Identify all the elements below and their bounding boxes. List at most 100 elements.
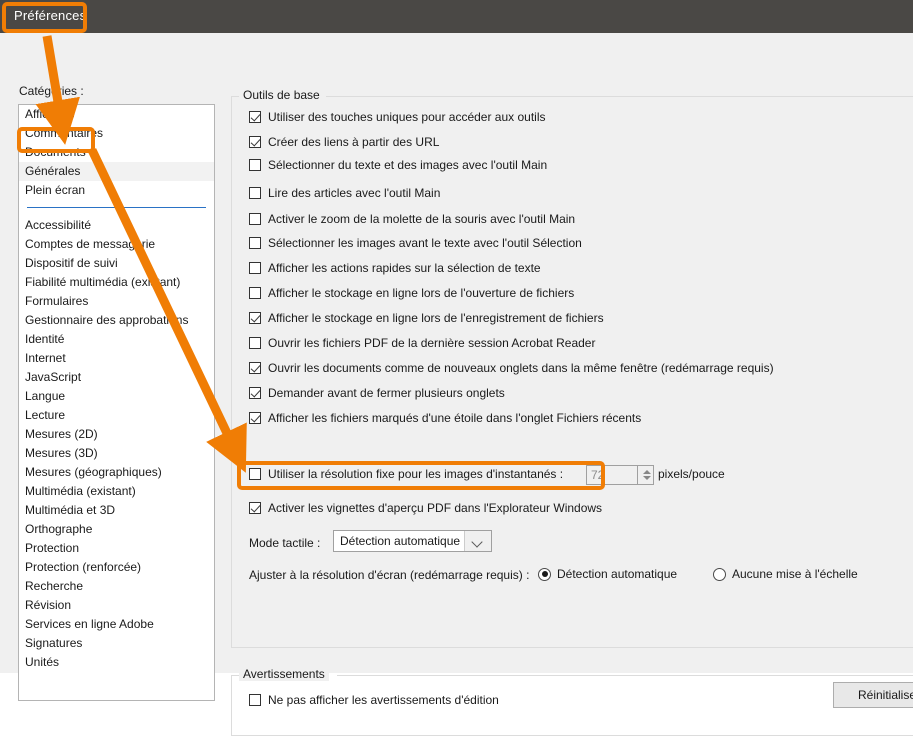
basic-tool-checkbox[interactable] (249, 213, 261, 225)
sidebar-item-identit[interactable]: Identité (19, 330, 214, 349)
basic-tool-checkbox[interactable] (249, 187, 261, 199)
basic-tool-label: Demander avant de fermer plusieurs ongle… (268, 386, 505, 400)
category-list-bottom-group: Accessibilité Comptes de messagerie Dispos… (19, 216, 214, 672)
sidebar-item-langue[interactable]: Langue (19, 387, 214, 406)
sidebar-item-mesures-2d[interactable]: Mesures (2D) (19, 425, 214, 444)
sidebar-item-affichage[interactable]: Affichage (19, 105, 214, 124)
reset-button[interactable]: Réinitialiser (833, 682, 913, 708)
basic-tool-checkbox-row[interactable]: Sélectionner les images avant le texte a… (249, 236, 582, 250)
sidebar-item-protection-renforc-e[interactable]: Protection (renforcée) (19, 558, 214, 577)
sidebar-item-internet[interactable]: Internet (19, 349, 214, 368)
sidebar-item-commentaires[interactable]: Commentaires (19, 124, 214, 143)
sidebar-item-g-n-rales[interactable]: Générales (19, 162, 214, 181)
sidebar-item-recherche[interactable]: Recherche (19, 577, 214, 596)
basic-tool-checkbox[interactable] (249, 262, 261, 274)
basic-tools-title: Outils de base (239, 88, 324, 102)
basic-tool-checkbox-row[interactable]: Utiliser des touches uniques pour accéde… (249, 110, 546, 124)
sidebar-item-signatures[interactable]: Signatures (19, 634, 214, 653)
basic-tool-checkbox-row[interactable]: Afficher les fichiers marqués d'une étoi… (249, 411, 641, 425)
basic-tool-checkbox-row[interactable]: Ouvrir les documents comme de nouveaux o… (249, 361, 774, 375)
window-titlebar: Préférences (0, 0, 913, 33)
basic-tool-checkbox[interactable] (249, 111, 261, 123)
dpi-decrement-icon[interactable] (643, 476, 651, 480)
sidebar-item-mesures-3d[interactable]: Mesures (3D) (19, 444, 214, 463)
basic-tool-checkbox-row[interactable]: Sélectionner du texte et des images avec… (249, 158, 547, 172)
sidebar-item-multim-dia-et-3d[interactable]: Multimédia et 3D (19, 501, 214, 520)
sidebar-item-gestionnaire-des-approbations[interactable]: Gestionnaire des approbations (19, 311, 214, 330)
basic-tool-label: Afficher les actions rapides sur la séle… (268, 261, 541, 275)
edit-warnings-checkbox-row[interactable]: Ne pas afficher les avertissements d'édi… (249, 693, 499, 707)
touch-mode-select[interactable]: Détection automatique (333, 530, 492, 552)
sidebar-item-accessibilit[interactable]: Accessibilité (19, 216, 214, 235)
fixed-resolution-checkbox[interactable] (249, 468, 261, 480)
sidebar-item-lecture[interactable]: Lecture (19, 406, 214, 425)
sidebar-item-protection[interactable]: Protection (19, 539, 214, 558)
sidebar-item-fiabilit-multim-dia-existant[interactable]: Fiabilité multimédia (existant) (19, 273, 214, 292)
scaling-option-none[interactable]: Aucune mise à l'échelle (713, 567, 858, 581)
basic-tool-checkbox[interactable] (249, 136, 261, 148)
dpi-unit-label: pixels/pouce (658, 467, 725, 481)
dpi-input[interactable]: 72 (586, 465, 638, 485)
sidebar-item-dispositif-de-suivi[interactable]: Dispositif de suivi (19, 254, 214, 273)
pdf-thumbnails-checkbox[interactable] (249, 502, 261, 514)
basic-tool-checkbox-row[interactable]: Afficher le stockage en ligne lors de l'… (249, 286, 574, 300)
dpi-increment-icon[interactable] (643, 470, 651, 474)
basic-tool-checkbox[interactable] (249, 159, 261, 171)
fixed-resolution-label: Utiliser la résolution fixe pour les ima… (268, 467, 564, 481)
warnings-title: Avertissements (239, 667, 329, 681)
basic-tool-checkbox-row[interactable]: Ouvrir les fichiers PDF de la dernière s… (249, 336, 595, 350)
sidebar-item-services-en-ligne-adobe[interactable]: Services en ligne Adobe (19, 615, 214, 634)
sidebar-item-unit-s[interactable]: Unités (19, 653, 214, 672)
touch-mode-label: Mode tactile : (249, 536, 321, 550)
scaling-option-none-label: Aucune mise à l'échelle (732, 567, 858, 581)
basic-tool-label: Afficher le stockage en ligne lors de l'… (268, 311, 604, 325)
basic-tool-label: Afficher les fichiers marqués d'une étoi… (268, 411, 642, 425)
scaling-option-auto[interactable]: Détection automatique (538, 567, 677, 581)
sidebar-item-documents[interactable]: Documents (19, 143, 214, 162)
sidebar-item-r-vision[interactable]: Révision (19, 596, 214, 615)
touch-mode-value: Détection automatique (340, 534, 461, 548)
fixed-resolution-checkbox-row[interactable]: Utiliser la résolution fixe pour les ima… (249, 467, 563, 481)
radio-auto-icon[interactable] (538, 567, 551, 581)
basic-tool-label: Ouvrir les fichiers PDF de la dernière s… (268, 336, 596, 350)
sidebar-item-comptes-de-messagerie[interactable]: Comptes de messagerie (19, 235, 214, 254)
basic-tool-checkbox-row[interactable]: Afficher les actions rapides sur la séle… (249, 261, 541, 275)
sidebar-item-orthographe[interactable]: Orthographe (19, 520, 214, 539)
basic-tool-checkbox-row[interactable]: Créer des liens à partir des URL (249, 135, 439, 149)
basic-tool-checkbox-row[interactable]: Activer le zoom de la molette de la sour… (249, 212, 575, 226)
sidebar-item-mesures-g-ographiques[interactable]: Mesures (géographiques) (19, 463, 214, 482)
category-list-top-group: Affichage Commentaires Documents Générales P… (19, 105, 214, 200)
pdf-thumbnails-checkbox-row[interactable]: Activer les vignettes d'aperçu PDF dans … (249, 501, 602, 515)
basic-tool-checkbox[interactable] (249, 362, 261, 374)
basic-tool-checkbox[interactable] (249, 412, 261, 424)
basic-tool-checkbox[interactable] (249, 287, 261, 299)
basic-tool-checkbox[interactable] (249, 312, 261, 324)
sidebar-item-javascript[interactable]: JavaScript (19, 368, 214, 387)
category-list[interactable]: Affichage Commentaires Documents Générales P… (18, 104, 215, 701)
basic-tool-checkbox-row[interactable]: Afficher le stockage en ligne lors de l'… (249, 311, 604, 325)
basic-tool-label: Sélectionner du texte et des images avec… (268, 158, 548, 172)
basic-tool-label: Sélectionner les images avant le texte a… (268, 236, 582, 250)
basic-tool-label: Créer des liens à partir des URL (268, 135, 440, 149)
basic-tool-checkbox[interactable] (249, 337, 261, 349)
edit-warnings-label: Ne pas afficher les avertissements d'édi… (268, 693, 499, 707)
radio-none-icon[interactable] (713, 567, 726, 581)
scaling-option-auto-label: Détection automatique (557, 567, 678, 581)
basic-tool-checkbox-row[interactable]: Lire des articles avec l'outil Main (249, 186, 440, 200)
basic-tool-label: Activer le zoom de la molette de la sour… (268, 212, 576, 226)
sidebar-item-multim-dia-existant[interactable]: Multimédia (existant) (19, 482, 214, 501)
basic-tool-checkbox-row[interactable]: Demander avant de fermer plusieurs ongle… (249, 386, 505, 400)
preferences-dialog-body: Catégories : Affichage Commentaires Docume… (0, 33, 913, 736)
window-title: Préférences (14, 8, 87, 23)
screen-scaling-label: Ajuster à la résolution d'écran (redémar… (249, 568, 530, 582)
category-list-divider (27, 207, 206, 208)
edit-warnings-checkbox[interactable] (249, 694, 261, 706)
basic-tool-checkbox[interactable] (249, 387, 261, 399)
categories-label: Catégories : (19, 84, 84, 98)
dpi-stepper[interactable] (637, 465, 654, 485)
sidebar-item-formulaires[interactable]: Formulaires (19, 292, 214, 311)
pdf-thumbnails-label: Activer les vignettes d'aperçu PDF dans … (268, 501, 603, 515)
sidebar-item-plein-cran[interactable]: Plein écran (19, 181, 214, 200)
chevron-down-icon[interactable] (464, 531, 491, 551)
basic-tool-checkbox[interactable] (249, 237, 261, 249)
